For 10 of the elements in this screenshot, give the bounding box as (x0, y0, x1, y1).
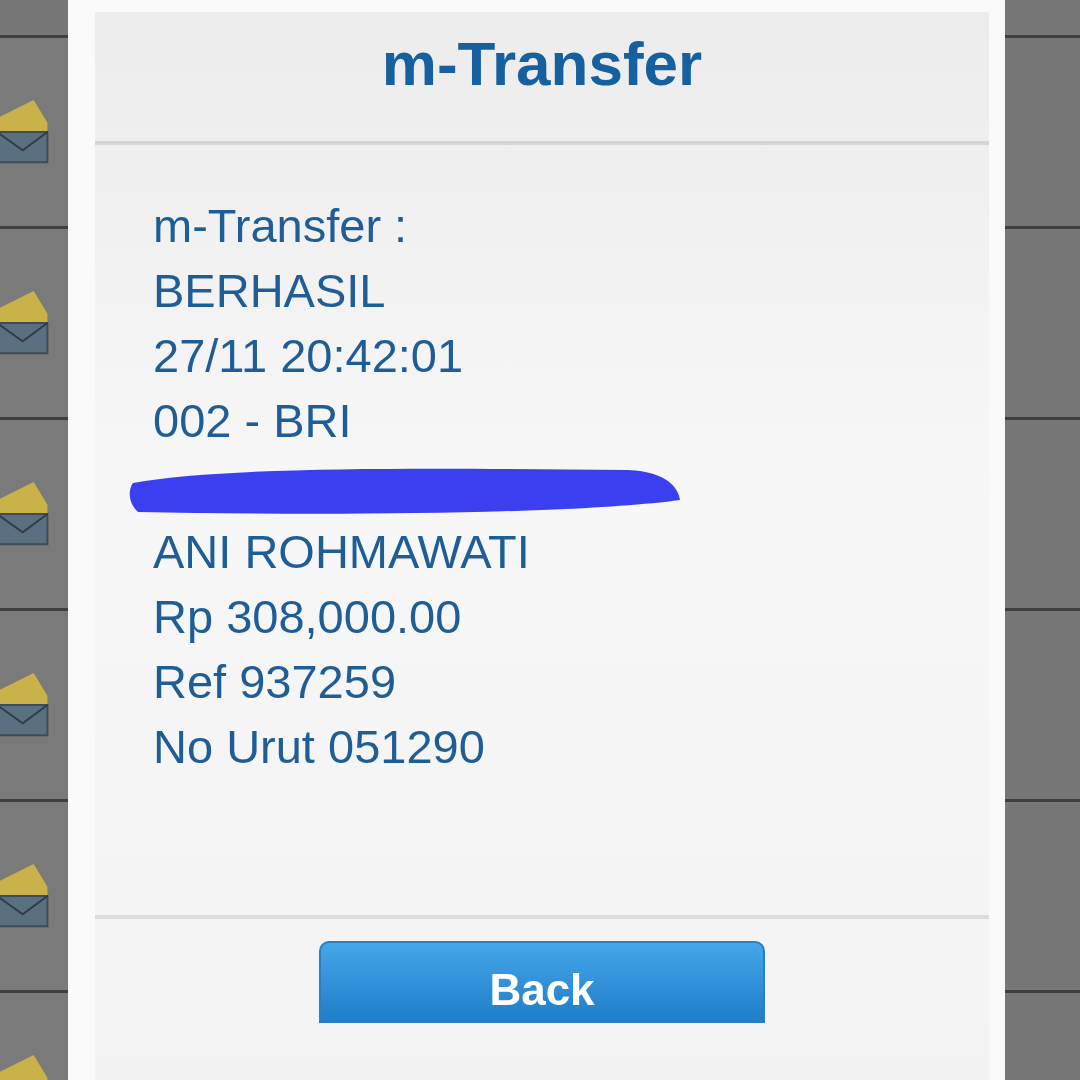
message-line: 27/11 20:42:01 (153, 328, 464, 384)
message-line: BERHASIL (153, 263, 386, 319)
message-line: No Urut 051290 (153, 719, 485, 775)
message-line: Rp 308,000.00 (153, 589, 462, 645)
back-button[interactable]: Back (319, 941, 765, 1023)
message-line: 002 - BRI (153, 393, 352, 449)
message-line: ANI ROHMAWATI (153, 524, 530, 580)
dialog-title: m-Transfer (95, 12, 989, 145)
message-line: Ref 937259 (153, 654, 397, 710)
message-line: m-Transfer : (153, 198, 408, 254)
